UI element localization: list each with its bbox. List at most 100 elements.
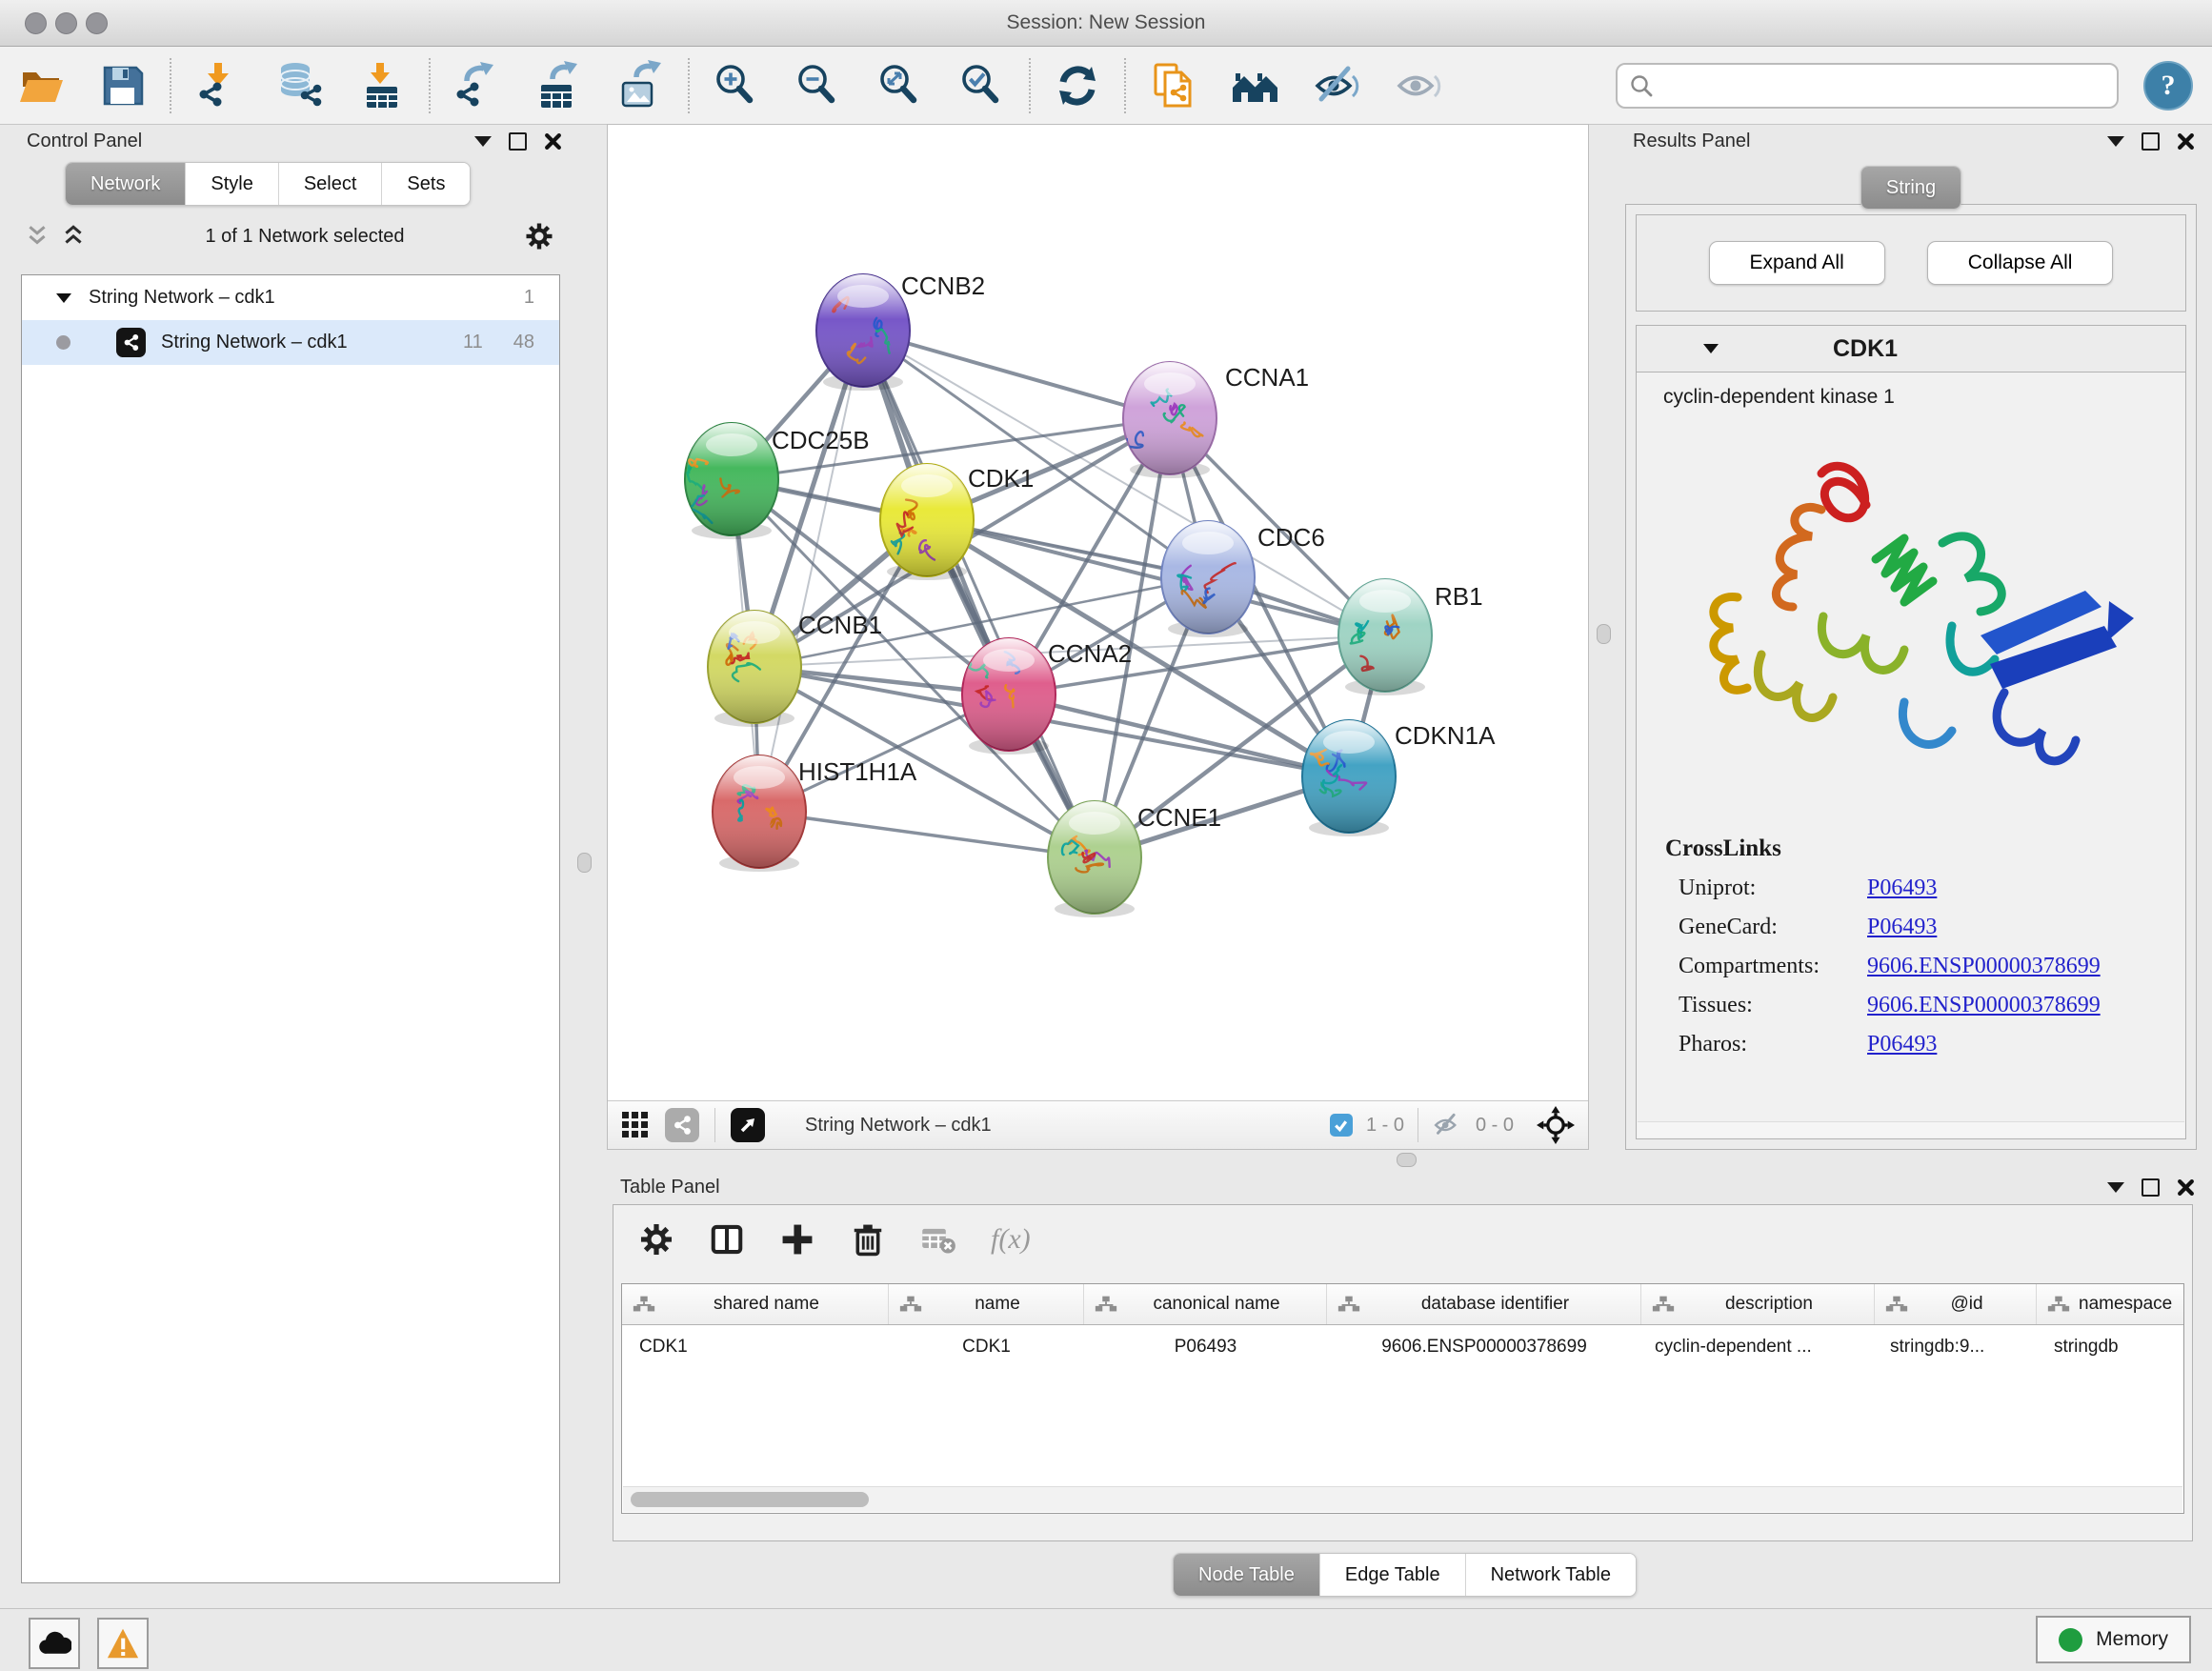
network-collection-row[interactable]: String Network – cdk1 1 [22,275,559,320]
column-header[interactable]: @id [1875,1284,2037,1324]
add-column-icon[interactable] [779,1221,815,1258]
cloud-button[interactable] [29,1618,80,1669]
export-network-button[interactable] [450,58,505,113]
panel-maximize-icon[interactable] [509,132,527,151]
column-header[interactable]: description [1641,1284,1875,1324]
left-splitter-handle[interactable] [577,853,592,873]
results-horizontal-scrollbar[interactable] [1638,1121,2184,1137]
gear-icon[interactable] [524,221,554,252]
tab-edge-table[interactable]: Edge Table [1320,1554,1466,1596]
column-header[interactable]: name [889,1284,1084,1324]
column-header[interactable]: namespace [2037,1284,2184,1324]
network-share-button[interactable] [665,1108,699,1142]
collapse-all-icon[interactable] [25,224,50,249]
tab-node-table[interactable]: Node Table [1174,1554,1320,1596]
panel-float-icon[interactable] [474,136,492,147]
first-neighbors-icon [1229,60,1280,111]
network-node-CDC6[interactable] [1161,521,1255,634]
network-edge[interactable] [759,812,1095,857]
first-neighbors-button[interactable] [1227,58,1282,113]
show-all-button[interactable] [1391,58,1446,113]
network-node-CCNB1[interactable] [708,611,801,723]
birds-eye-view-button[interactable] [731,1108,765,1142]
expand-all-icon[interactable] [61,224,86,249]
delete-table-icon[interactable] [920,1221,956,1258]
network-node-RB1[interactable] [1338,579,1432,692]
expand-all-button[interactable]: Expand All [1709,241,1885,285]
table-horizontal-scrollbar[interactable] [623,1486,2182,1512]
entry-expand-icon[interactable] [1703,344,1719,353]
columns-icon[interactable] [709,1221,745,1258]
zoom-out-button[interactable] [791,58,846,113]
gear-icon[interactable] [638,1221,674,1258]
network-node-HIST1H1A[interactable] [713,755,806,868]
clone-network-button[interactable] [1145,58,1200,113]
zoom-selected-button[interactable] [955,58,1010,113]
network-view-panel: CCNB2CCNA1CDC25BCDK1CDC6RB1CCNB1CCNA2CDK… [607,124,1589,1150]
network-row[interactable]: String Network – cdk1 11 48 [22,320,559,365]
scrollbar-thumb[interactable] [631,1492,869,1507]
crosslink-link[interactable]: 9606.ENSP00000378699 [1867,954,2101,979]
crosslink-link[interactable]: P06493 [1867,876,1937,901]
crosslink-link[interactable]: P06493 [1867,1032,1937,1057]
zoom-in-button[interactable] [709,58,764,113]
save-session-button[interactable] [95,58,151,113]
network-node-CCNB2[interactable] [816,274,910,387]
selected-checkbox[interactable] [1330,1114,1353,1137]
tab-sets[interactable]: Sets [382,163,470,205]
panel-float-icon[interactable] [2107,1182,2124,1193]
fit-content-button[interactable] [873,58,928,113]
table-row[interactable]: CDK1 CDK1 P06493 9606.ENSP00000378699 cy… [622,1325,2183,1369]
network-node-CCNA1[interactable] [1123,362,1217,474]
network-node-CDKN1A[interactable] [1302,720,1396,833]
hide-selected-icon [1311,60,1362,111]
search-input[interactable] [1663,74,2105,97]
search-field[interactable] [1616,63,2119,109]
panel-maximize-icon[interactable] [2142,1178,2160,1197]
node-result-header[interactable]: CDK1 [1637,326,2185,372]
network-node-CDK1[interactable] [880,464,974,576]
selected-node-edge-counts: 1 - 0 [1366,1115,1404,1137]
memory-button[interactable]: Memory [2036,1616,2191,1663]
help-button[interactable]: ? [2143,61,2193,111]
move-crosshair-icon[interactable] [1537,1106,1575,1144]
update-network-button[interactable] [1050,58,1105,113]
export-table-button[interactable] [532,58,587,113]
grid-icon[interactable] [621,1111,650,1139]
network-node-CDC25B[interactable] [685,423,778,535]
open-session-button[interactable] [13,58,69,113]
collapse-all-button[interactable]: Collapse All [1927,241,2114,285]
hidden-eye-icon[interactable] [1432,1110,1462,1140]
tab-network[interactable]: Network [66,163,186,205]
import-table-file-button[interactable] [354,58,410,113]
tab-style[interactable]: Style [186,163,278,205]
panel-close-icon[interactable] [544,132,562,151]
bottom-splitter-handle[interactable] [1397,1153,1417,1167]
hidden-node-edge-counts: 0 - 0 [1476,1115,1514,1137]
panel-close-icon[interactable] [2177,132,2195,151]
crosslink-link[interactable]: 9606.ENSP00000378699 [1867,993,2101,1018]
crosslink-link[interactable]: P06493 [1867,915,1937,940]
panel-maximize-icon[interactable] [2142,132,2160,151]
function-builder-icon[interactable]: f(x) [991,1223,1031,1256]
tab-string[interactable]: String [1861,167,1961,209]
import-network-file-button[interactable] [191,58,246,113]
network-node-CCNA2[interactable] [962,638,1056,751]
warning-button[interactable] [97,1618,149,1669]
network-node-CCNE1[interactable] [1048,801,1141,914]
column-header[interactable]: shared name [622,1284,889,1324]
right-splitter-handle[interactable] [1597,624,1611,644]
tab-select[interactable]: Select [279,163,383,205]
column-header[interactable]: canonical name [1084,1284,1327,1324]
column-header[interactable]: database identifier [1327,1284,1641,1324]
hide-selected-button[interactable] [1309,58,1364,113]
export-image-button[interactable] [613,58,669,113]
network-canvas[interactable]: CCNB2CCNA1CDC25BCDK1CDC6RB1CCNB1CCNA2CDK… [608,125,1588,1101]
collection-expand-icon[interactable] [56,293,71,303]
delete-column-icon[interactable] [850,1221,886,1258]
export-image-icon [615,60,667,111]
panel-close-icon[interactable] [2177,1178,2195,1197]
tab-network-table[interactable]: Network Table [1466,1554,1636,1596]
import-network-database-button[interactable] [272,58,328,113]
panel-float-icon[interactable] [2107,136,2124,147]
